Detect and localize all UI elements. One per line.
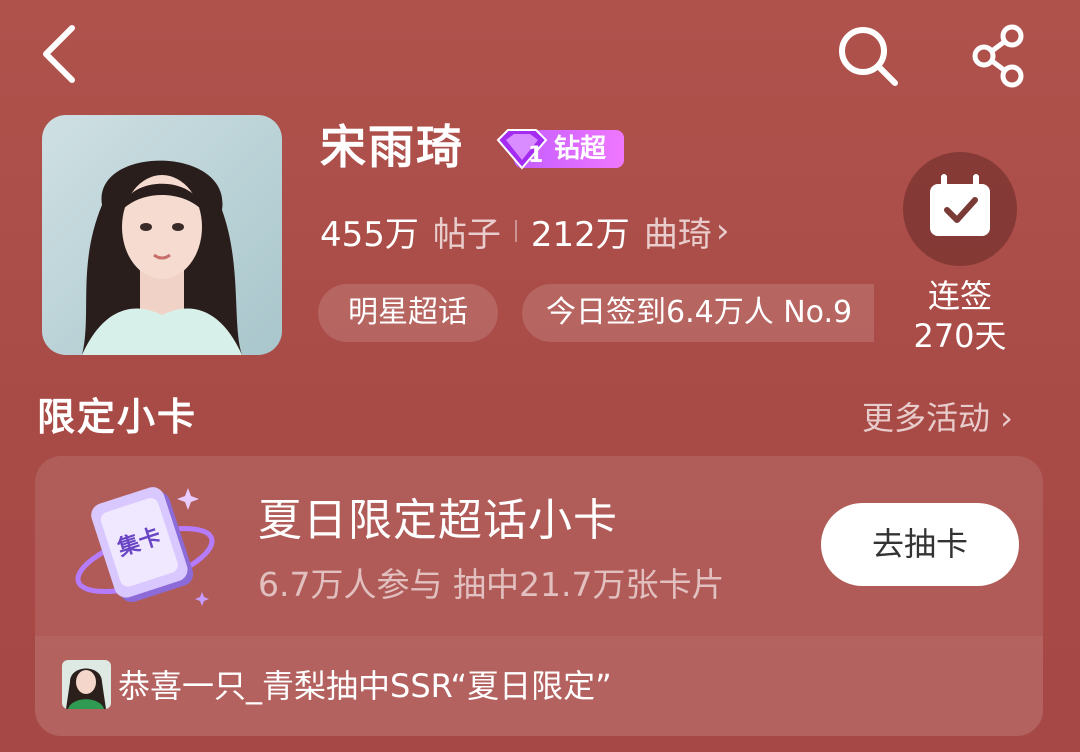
fans-count[interactable]: 212万 xyxy=(531,207,630,256)
badge-level: 1 xyxy=(528,143,544,168)
draw-card-button[interactable]: 去抽卡 xyxy=(821,503,1019,586)
share-button[interactable] xyxy=(962,20,1034,92)
fans-chevron[interactable]: › xyxy=(716,211,730,251)
checkin-line2: 270天 xyxy=(913,317,1007,355)
search-icon xyxy=(839,27,898,86)
back-button[interactable] xyxy=(30,22,94,86)
card-subtitle: 6.7万人参与 抽中21.7万张卡片 xyxy=(258,565,725,604)
ticker-avatar xyxy=(62,660,111,709)
checkin-button[interactable] xyxy=(903,152,1017,266)
posts-label: 帖子 xyxy=(432,214,501,255)
share-icon xyxy=(972,24,1024,88)
avatar[interactable] xyxy=(42,115,282,355)
search-button[interactable] xyxy=(832,20,904,92)
avatar-image xyxy=(42,115,282,355)
checkin-streak: 连签 270天 xyxy=(880,276,1040,356)
stats-row: 455万 帖子 212万 曲琦 › xyxy=(320,207,730,256)
collect-card-icon: 集卡 xyxy=(70,480,220,615)
fans-label[interactable]: 曲琦 xyxy=(644,207,712,256)
ticker-message: 恭喜一只_青梨抽中SSR“夏日限定” xyxy=(118,667,612,705)
posts-count: 455万 xyxy=(320,214,419,255)
diamond-super-badge[interactable]: 1 钻超 xyxy=(492,126,627,172)
badge-label: 钻超 xyxy=(554,134,607,164)
stats-divider xyxy=(514,220,517,242)
chevron-left-icon xyxy=(43,25,75,83)
more-activities-link[interactable]: 更多活动 › xyxy=(862,396,1013,440)
calendar-check-icon xyxy=(930,174,990,236)
card-title: 夏日限定超话小卡 xyxy=(258,495,618,546)
tag-star-topic[interactable]: 明星超话 xyxy=(318,284,498,342)
star-name: 宋雨琦 xyxy=(320,120,464,174)
tag-checkin-rank[interactable]: 今日签到6.4万人 No.9 xyxy=(522,284,874,342)
section-title: 限定小卡 xyxy=(37,395,198,439)
checkin-line1: 连签 xyxy=(927,277,992,315)
